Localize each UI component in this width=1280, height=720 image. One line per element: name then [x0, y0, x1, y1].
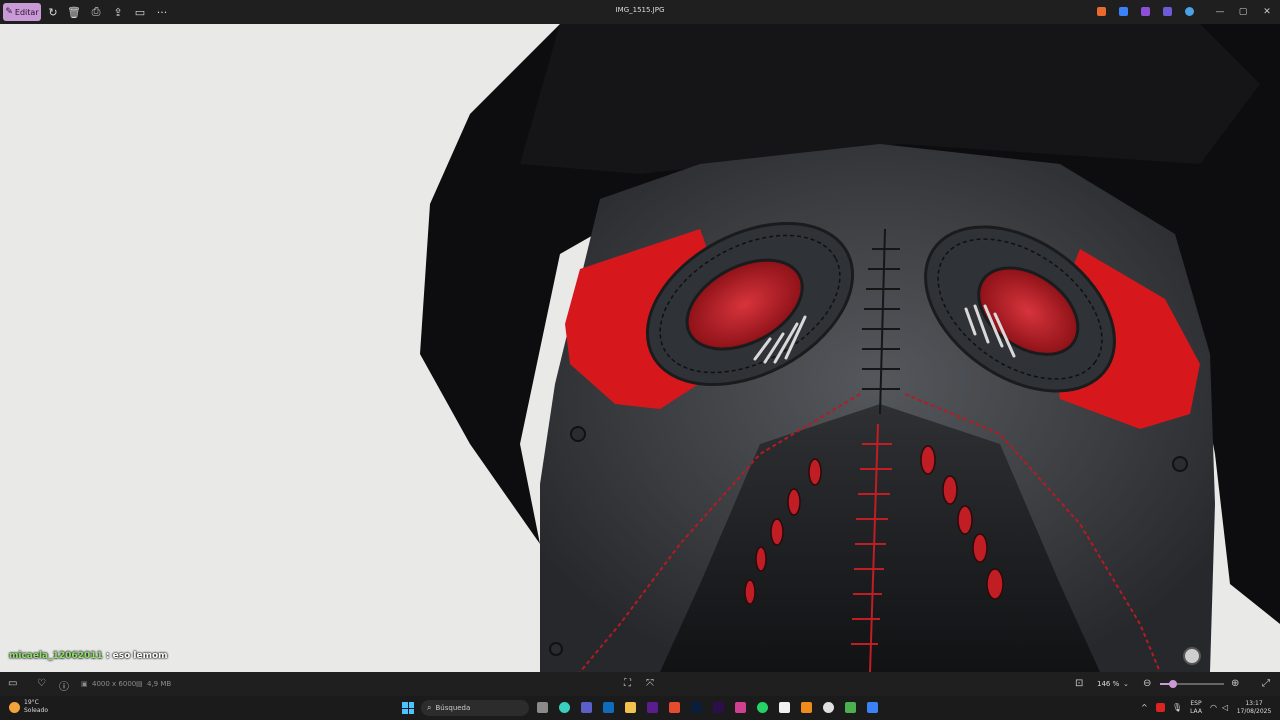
- image-canvas[interactable]: [0, 24, 1280, 672]
- title-bar: ✎ Editar ↻ 🗑 ⎙ ⇪ ▭ ··· IMG_1515.JPG — ▢ …: [0, 0, 1280, 24]
- windows-start-icon[interactable]: [402, 702, 414, 714]
- fit-to-window-icon[interactable]: ⛶: [624, 678, 631, 689]
- clipchamp-icon[interactable]: [1141, 7, 1150, 16]
- task-view-icon[interactable]: [537, 702, 548, 713]
- photo-plague-doctor-mask: [0, 24, 1280, 672]
- photos-app-icon[interactable]: [1119, 7, 1128, 16]
- premiere-icon[interactable]: [713, 702, 724, 713]
- maximize-icon[interactable]: ▢: [1235, 4, 1251, 20]
- dimensions-icon: ▣: [81, 680, 88, 688]
- clock-date: 17/08/2025: [1236, 708, 1272, 715]
- print-icon[interactable]: ⎙: [87, 3, 105, 21]
- rivet: [1183, 647, 1201, 665]
- fit-screen-icon[interactable]: ⊡: [1075, 678, 1083, 689]
- teams-icon[interactable]: [581, 702, 592, 713]
- status-bar: ▭ ♡ ⓘ ▣ 4000 x 6000 ▤ 4,9 MB ⛶ ⤧ ⊡ 146 %…: [0, 672, 1280, 696]
- rotate-icon[interactable]: ↻: [44, 3, 62, 21]
- document-icon[interactable]: [779, 702, 790, 713]
- edit-icon: ✎: [5, 7, 13, 17]
- photoshop-icon[interactable]: [691, 702, 702, 713]
- layout-code: LAA: [1190, 708, 1202, 715]
- zoom-slider-thumb[interactable]: [1168, 680, 1177, 688]
- search-placeholder: Búsqueda: [435, 704, 471, 712]
- filesize-icon: ▤: [136, 680, 143, 688]
- chat-message: eso lemom: [112, 651, 168, 661]
- info-icon[interactable]: ⓘ: [59, 678, 69, 693]
- chat-separator: :: [105, 651, 113, 661]
- chat-username: micaela_12062011: [9, 651, 103, 661]
- clock-time: 13:17: [1245, 700, 1263, 707]
- zoom-level[interactable]: 146 %: [1097, 680, 1119, 688]
- wifi-icon[interactable]: ◠: [1210, 703, 1217, 712]
- whatsapp-icon[interactable]: [757, 702, 768, 713]
- app-icon[interactable]: [647, 702, 658, 713]
- zoom-in-icon[interactable]: ⊕: [1231, 678, 1239, 689]
- fullscreen-icon[interactable]: ⤢: [1262, 678, 1270, 689]
- app-green-icon[interactable]: [845, 702, 856, 713]
- chevron-down-icon[interactable]: ⌄: [1123, 680, 1129, 688]
- delete-icon[interactable]: 🗑: [65, 3, 83, 21]
- chevron-up-icon[interactable]: ^: [1141, 703, 1148, 712]
- chrome-icon[interactable]: [823, 702, 834, 713]
- microphone-icon[interactable]: 🎙: [1172, 703, 1182, 712]
- more-options-icon[interactable]: ···: [153, 3, 171, 21]
- rivet: [570, 426, 586, 442]
- edit-label: Editar: [14, 7, 39, 17]
- rivet: [1172, 456, 1188, 472]
- actual-size-icon[interactable]: ⤧: [646, 678, 654, 689]
- copilot-taskbar-icon[interactable]: [559, 702, 570, 713]
- search-box[interactable]: ⌕ Búsqueda: [421, 700, 529, 716]
- slideshow-icon[interactable]: ▭: [131, 3, 149, 21]
- file-size: 4,9 MB: [147, 680, 172, 688]
- weather-widget[interactable]: 19°C Soleado: [9, 699, 48, 715]
- designer-icon[interactable]: [1163, 7, 1172, 16]
- clock[interactable]: 13:17 17/08/2025: [1236, 700, 1272, 716]
- onedrive-icon[interactable]: [1185, 7, 1194, 16]
- language-code: ESP: [1190, 700, 1202, 707]
- filmstrip-icon[interactable]: ▭: [8, 678, 17, 689]
- image-dimensions: 4000 x 6000: [92, 680, 137, 688]
- volume-icon[interactable]: ◁: [1222, 703, 1228, 712]
- favorite-icon[interactable]: ♡: [37, 678, 46, 689]
- sun-icon: [9, 701, 20, 713]
- weather-desc: Soleado: [24, 707, 48, 714]
- vlc-icon[interactable]: [801, 702, 812, 713]
- brave-icon[interactable]: [669, 702, 680, 713]
- tray-app-icon[interactable]: [1156, 703, 1165, 712]
- share-icon[interactable]: ⇪: [109, 3, 127, 21]
- search-icon: ⌕: [427, 703, 432, 712]
- copilot-icon[interactable]: [1097, 7, 1106, 16]
- weather-temp: 19°C: [24, 699, 39, 706]
- window-title: IMG_1515.JPG: [615, 6, 665, 14]
- outlook-icon[interactable]: [603, 702, 614, 713]
- language-indicator[interactable]: ESP LAA: [1187, 700, 1205, 716]
- chat-overlay: micaela_12062011 : eso lemom: [9, 651, 168, 661]
- photos-taskbar-icon[interactable]: [867, 702, 878, 713]
- zoom-slider[interactable]: [1160, 680, 1224, 688]
- edit-button[interactable]: ✎ Editar: [3, 3, 41, 21]
- file-explorer-icon[interactable]: [625, 702, 636, 713]
- instagram-icon[interactable]: [735, 702, 746, 713]
- minimize-icon[interactable]: —: [1212, 4, 1228, 20]
- taskbar: 19°C Soleado ⌕ Búsqueda ^ 🎙 ESP LAA ◠ ◁ …: [0, 696, 1280, 720]
- rivet: [549, 642, 563, 656]
- zoom-out-icon[interactable]: ⊖: [1143, 678, 1151, 689]
- close-icon[interactable]: ✕: [1259, 4, 1275, 20]
